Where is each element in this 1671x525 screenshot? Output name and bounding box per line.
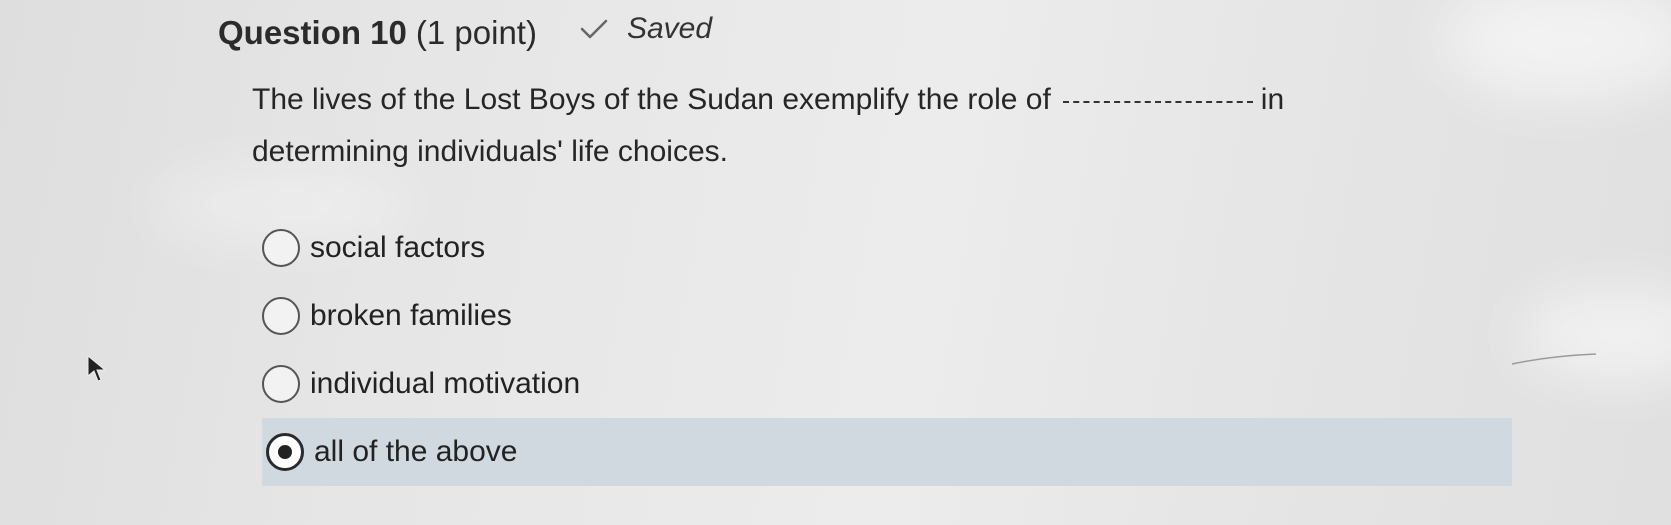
question-title: Question 10 xyxy=(218,14,407,51)
question-points: (1 point) xyxy=(415,14,537,51)
option-label: individual motivation xyxy=(310,367,581,400)
check-icon xyxy=(579,18,609,40)
option-individual-motivation[interactable]: individual motivation xyxy=(258,350,1508,418)
radio-button[interactable] xyxy=(262,229,300,267)
prompt-text-start: The lives of the Lost Boys of the Sudan … xyxy=(252,83,1051,116)
radio-selected-dot xyxy=(278,445,292,459)
radio-button[interactable] xyxy=(262,365,300,403)
option-label: social factors xyxy=(310,231,486,264)
option-social-factors[interactable]: social factors xyxy=(258,214,1508,282)
question-prompt: The lives of the Lost Boys of the Sudan … xyxy=(252,74,1432,178)
save-status: Saved xyxy=(579,12,712,46)
screen-glare xyxy=(1440,0,1671,100)
saved-label: Saved xyxy=(626,12,713,45)
radio-button-selected[interactable] xyxy=(266,433,304,471)
radio-button[interactable] xyxy=(262,297,300,335)
answer-blank xyxy=(1062,101,1253,103)
question-header: Question 10 (1 point) Saved xyxy=(218,12,712,52)
screen-scratch-mark xyxy=(1510,350,1600,375)
option-all-of-the-above[interactable]: all of the above xyxy=(262,418,1512,486)
mouse-pointer-icon xyxy=(86,354,108,389)
option-broken-families[interactable]: broken families xyxy=(258,282,1508,350)
option-label: all of the above xyxy=(314,435,518,468)
answer-options: social factors broken families individua… xyxy=(258,214,1512,486)
option-label: broken families xyxy=(310,299,512,332)
